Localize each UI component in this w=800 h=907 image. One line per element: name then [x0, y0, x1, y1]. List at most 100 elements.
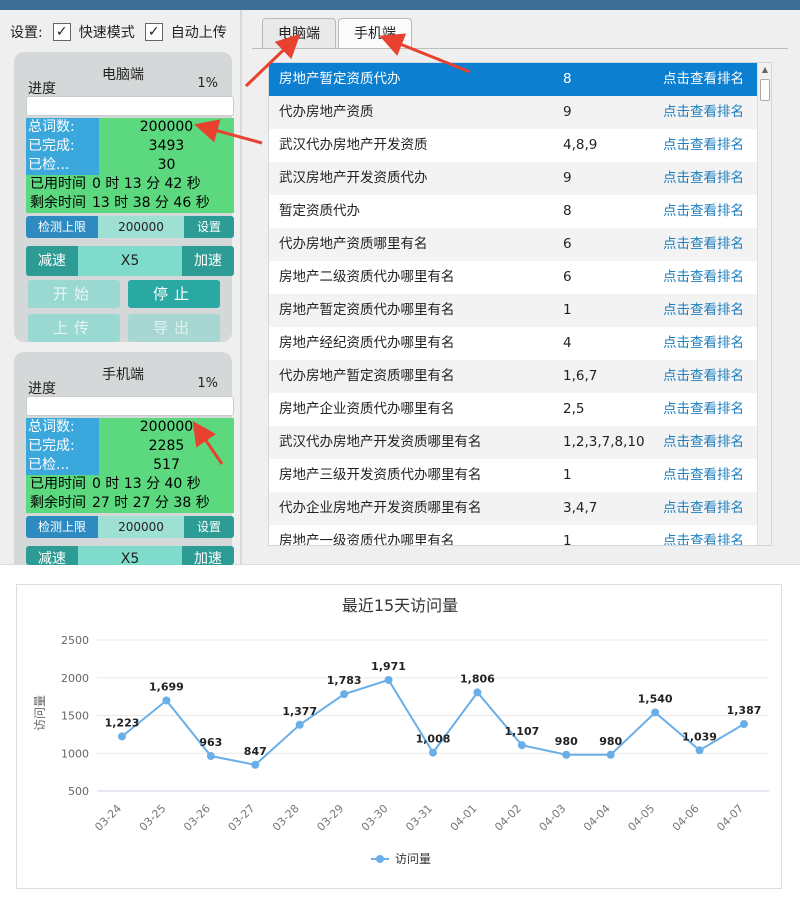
pc-upload-button[interactable]: 上传	[28, 314, 120, 342]
keyword-list[interactable]: 房地产暂定资质代办 8 点击查看排名 代办房地产资质 9 点击查看排名 武汉代办房地产开发资…	[268, 62, 772, 546]
scroll-thumb[interactable]	[760, 79, 770, 101]
fast-mode-checkbox[interactable]: ✓	[52, 23, 71, 41]
list-row[interactable]: 房地产企业资质代办哪里有名 2,5 点击查看排名	[269, 393, 757, 426]
row-view-rank-link[interactable]: 点击查看排名	[663, 162, 744, 195]
pc-limit-set-button[interactable]: 设置	[184, 216, 234, 238]
mobile-time-left: 剩余时间 27 时 27 分 38 秒	[26, 494, 234, 513]
row-keyword: 武汉代办房地产开发资质	[279, 137, 428, 153]
x-tick-label: 04-06	[670, 802, 702, 834]
row-view-rank-link[interactable]: 点击查看排名	[663, 129, 744, 162]
data-label: 1,377	[282, 705, 317, 718]
row-view-rank-link[interactable]: 点击查看排名	[663, 393, 744, 426]
row-keyword: 代办房地产暂定资质哪里有名	[279, 368, 455, 384]
tab-pc[interactable]: 电脑端	[262, 18, 336, 48]
row-view-rank-link[interactable]: 点击查看排名	[663, 459, 744, 492]
row-keyword: 武汉房地产开发资质代办	[279, 170, 428, 186]
row-rank: 3,4,7	[563, 500, 598, 516]
list-row[interactable]: 代办房地产暂定资质哪里有名 1,6,7 点击查看排名	[269, 360, 757, 393]
mobile-limit-set-button[interactable]: 设置	[184, 516, 234, 538]
list-row[interactable]: 武汉代办房地产开发资质哪里有名 1,2,3,7,8,10 点击查看排名	[269, 426, 757, 459]
row-view-rank-link[interactable]: 点击查看排名	[663, 63, 744, 96]
tab-mobile[interactable]: 手机端	[338, 18, 412, 48]
data-point	[740, 720, 748, 729]
row-rank: 6	[563, 236, 572, 252]
row-view-rank-link[interactable]: 点击查看排名	[663, 261, 744, 294]
pc-stat-total: 总词数: 200000	[26, 118, 234, 137]
pc-export-button[interactable]: 导出	[128, 314, 220, 342]
data-point	[295, 720, 304, 729]
list-row[interactable]: 房地产经纪资质代办哪里有名 4 点击查看排名	[269, 327, 757, 360]
row-rank: 9	[563, 104, 572, 120]
row-view-rank-link[interactable]: 点击查看排名	[663, 525, 744, 545]
list-row[interactable]: 房地产二级资质代办哪里有名 6 点击查看排名	[269, 261, 757, 294]
pc-limit-label: 检测上限	[26, 216, 98, 238]
row-view-rank-link[interactable]: 点击查看排名	[663, 228, 744, 261]
row-view-rank-link[interactable]: 点击查看排名	[663, 327, 744, 360]
data-point	[517, 741, 526, 750]
row-view-rank-link[interactable]: 点击查看排名	[663, 294, 744, 327]
row-rank: 2,5	[563, 401, 585, 417]
mobile-speed-up-button[interactable]: 加速	[182, 546, 234, 565]
row-keyword: 房地产一级资质代办哪里有名	[279, 533, 455, 546]
mobile-slow-down-button[interactable]: 减速	[26, 546, 78, 565]
row-view-rank-link[interactable]: 点击查看排名	[663, 360, 744, 393]
list-row[interactable]: 代办企业房地产开发资质哪里有名 3,4,7 点击查看排名	[269, 492, 757, 525]
pc-time-used-label: 已用时间	[30, 176, 86, 192]
x-tick-label: 03-27	[226, 802, 258, 834]
mobile-limit-label: 检测上限	[26, 516, 98, 538]
y-tick-label: 1500	[61, 710, 89, 723]
list-row[interactable]: 暂定资质代办 8 点击查看排名	[269, 195, 757, 228]
pc-stat-done: 已完成: 3493	[26, 137, 234, 156]
mobile-stat-checked-value: 517	[99, 456, 234, 475]
pc-speed-row: 减速 X5 加速	[26, 246, 234, 276]
list-row[interactable]: 房地产暂定资质代办哪里有名 1 点击查看排名	[269, 294, 757, 327]
data-label: 1,223	[105, 716, 140, 729]
pc-start-button[interactable]: 开始	[28, 280, 120, 308]
row-view-rank-link[interactable]: 点击查看排名	[663, 195, 744, 228]
list-row[interactable]: 代办房地产资质哪里有名 6 点击查看排名	[269, 228, 757, 261]
y-axis-label: 访问量	[33, 695, 47, 731]
data-point	[695, 746, 704, 755]
x-tick-label: 04-04	[581, 802, 613, 834]
data-point	[429, 748, 437, 757]
row-view-rank-link[interactable]: 点击查看排名	[663, 96, 744, 129]
data-label: 1,387	[727, 704, 762, 717]
pc-panel: 电脑端 进度 1% 总词数: 200000 已完成: 3493 已检... 30 已用…	[14, 52, 234, 342]
list-row[interactable]: 房地产暂定资质代办 8 点击查看排名	[269, 63, 757, 96]
list-row[interactable]: 武汉代办房地产开发资质 4,8,9 点击查看排名	[269, 129, 757, 162]
pc-slow-down-button[interactable]: 减速	[26, 246, 78, 276]
list-row[interactable]: 武汉房地产开发资质代办 9 点击查看排名	[269, 162, 757, 195]
app-window: 设置: ✓ 快速模式 ✓ 自动上传 电脑端 进度 1% 总词数: 200000 已…	[0, 0, 800, 565]
mobile-speed-row: 减速 X5 加速	[26, 546, 234, 565]
scroll-up-icon[interactable]: ▲	[758, 63, 771, 77]
data-point	[206, 752, 215, 761]
settings-bar: 设置: ✓ 快速模式 ✓ 自动上传	[10, 22, 227, 42]
mobile-stat-total: 总词数: 200000	[26, 418, 234, 437]
x-tick-label: 03-31	[403, 802, 435, 834]
list-row[interactable]: 代办房地产资质 9 点击查看排名	[269, 96, 757, 129]
list-row[interactable]: 房地产一级资质代办哪里有名 1 点击查看排名	[269, 525, 757, 546]
pane-divider[interactable]	[240, 10, 242, 565]
pc-limit-row: 检测上限 200000 设置	[26, 216, 234, 238]
row-view-rank-link[interactable]: 点击查看排名	[663, 492, 744, 525]
data-label: 1,699	[149, 680, 184, 693]
pc-stop-button[interactable]: 停止	[128, 280, 220, 308]
mobile-limit-input[interactable]: 200000	[98, 516, 184, 538]
row-rank: 8	[563, 203, 572, 219]
mobile-stat-done-value: 2285	[99, 437, 234, 456]
pc-stat-total-value: 200000	[99, 118, 234, 137]
data-label: 980	[555, 735, 578, 748]
auto-upload-checkbox[interactable]: ✓	[144, 23, 163, 41]
pc-limit-input[interactable]: 200000	[98, 216, 184, 238]
row-keyword: 代办企业房地产开发资质哪里有名	[279, 500, 482, 516]
data-label: 1,008	[416, 733, 451, 746]
pc-stat-checked-label: 已检...	[26, 156, 99, 175]
row-view-rank-link[interactable]: 点击查看排名	[663, 426, 744, 459]
mobile-progress-bar	[26, 396, 234, 416]
list-row[interactable]: 房地产三级开发资质代办哪里有名 1 点击查看排名	[269, 459, 757, 492]
list-scrollbar[interactable]: ▲	[757, 63, 771, 545]
pc-speed-up-button[interactable]: 加速	[182, 246, 234, 276]
row-keyword: 暂定资质代办	[279, 203, 360, 219]
row-rank: 8	[563, 71, 572, 87]
mobile-time-left-value: 27 时 27 分 38 秒	[92, 495, 210, 511]
